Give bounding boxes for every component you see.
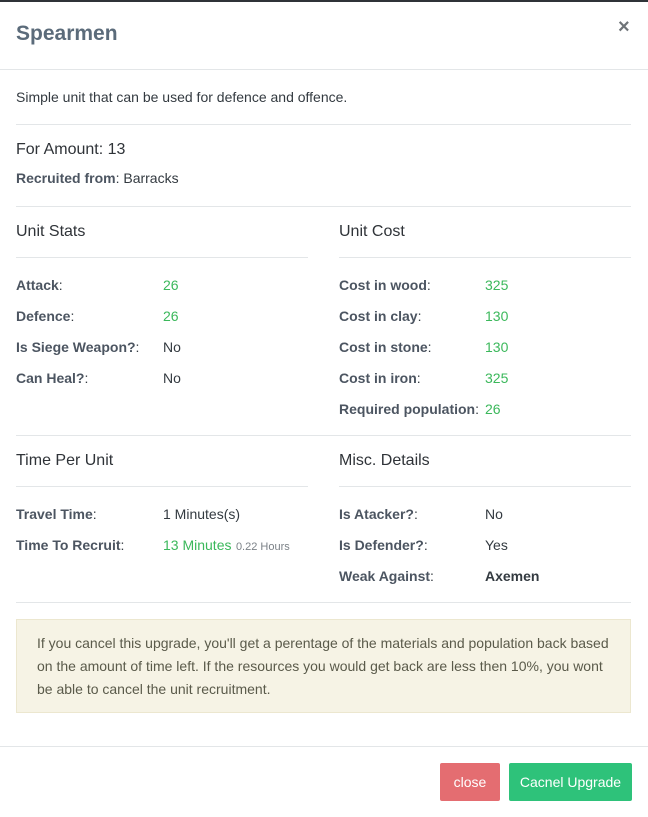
divider [16, 124, 631, 125]
recruited-value: Barracks [119, 170, 179, 186]
amount-text: For Amount: 13 [16, 141, 126, 158]
stat-label: Can Heal?: [16, 370, 89, 386]
cancel-notice: If you cancel this upgrade, you'll get a… [16, 619, 631, 713]
unit-description: Simple unit that can be used for defence… [16, 89, 348, 105]
recruit-time-label: Time To Recruit: [16, 537, 125, 553]
recruited-label: Recruited from [16, 170, 116, 186]
stat-value: No [163, 370, 181, 386]
stat-value: 26 [163, 308, 179, 324]
cost-value: 26 [485, 401, 501, 417]
cost-label: Cost in stone: [339, 339, 432, 355]
misc-value: Yes [485, 537, 508, 553]
cost-value: 325 [485, 277, 509, 293]
travel-time-value: 1 Minutes(s) [163, 506, 241, 522]
footer-divider [0, 746, 648, 747]
divider [339, 257, 631, 258]
modal-header: Spearmen × [0, 2, 648, 70]
cancel-upgrade-button[interactable]: Cacnel Upgrade [509, 763, 632, 801]
misc-label: Is Defender?: [339, 537, 428, 553]
misc-heading: Misc. Details [339, 452, 430, 469]
recruit-time-value: 13 Minutes 0.22 Hours [163, 537, 290, 553]
divider [16, 602, 631, 603]
stat-value: No [163, 339, 181, 355]
modal-title: Spearmen [16, 22, 118, 45]
cost-label: Required population: [339, 401, 479, 417]
cost-value: 130 [485, 308, 509, 324]
divider [16, 486, 308, 487]
misc-label: Is Atacker?: [339, 506, 418, 522]
time-per-unit-heading: Time Per Unit [16, 452, 114, 469]
unit-stats-heading: Unit Stats [16, 223, 86, 240]
travel-time-label: Travel Time: [16, 506, 97, 522]
misc-value: No [485, 506, 503, 522]
cost-label: Cost in wood: [339, 277, 431, 293]
stat-label: Is Siege Weapon?: [16, 339, 140, 355]
stat-value: 26 [163, 277, 179, 293]
misc-label: Weak Against: [339, 568, 434, 584]
stat-label: Attack: [16, 277, 63, 293]
stat-label: Defence: [16, 308, 75, 324]
misc-value: Axemen [485, 568, 540, 584]
cost-label: Cost in iron: [339, 370, 421, 386]
cost-value: 325 [485, 370, 509, 386]
divider [339, 486, 631, 487]
close-icon[interactable]: × [618, 16, 630, 39]
cost-value: 130 [485, 339, 509, 355]
cost-label: Cost in clay: [339, 308, 422, 324]
divider [16, 257, 308, 258]
divider [16, 206, 631, 207]
unit-cost-heading: Unit Cost [339, 223, 405, 240]
divider [16, 435, 631, 436]
close-button[interactable]: close [440, 763, 500, 801]
recruited-from: Recruited from: Barracks [16, 170, 179, 188]
